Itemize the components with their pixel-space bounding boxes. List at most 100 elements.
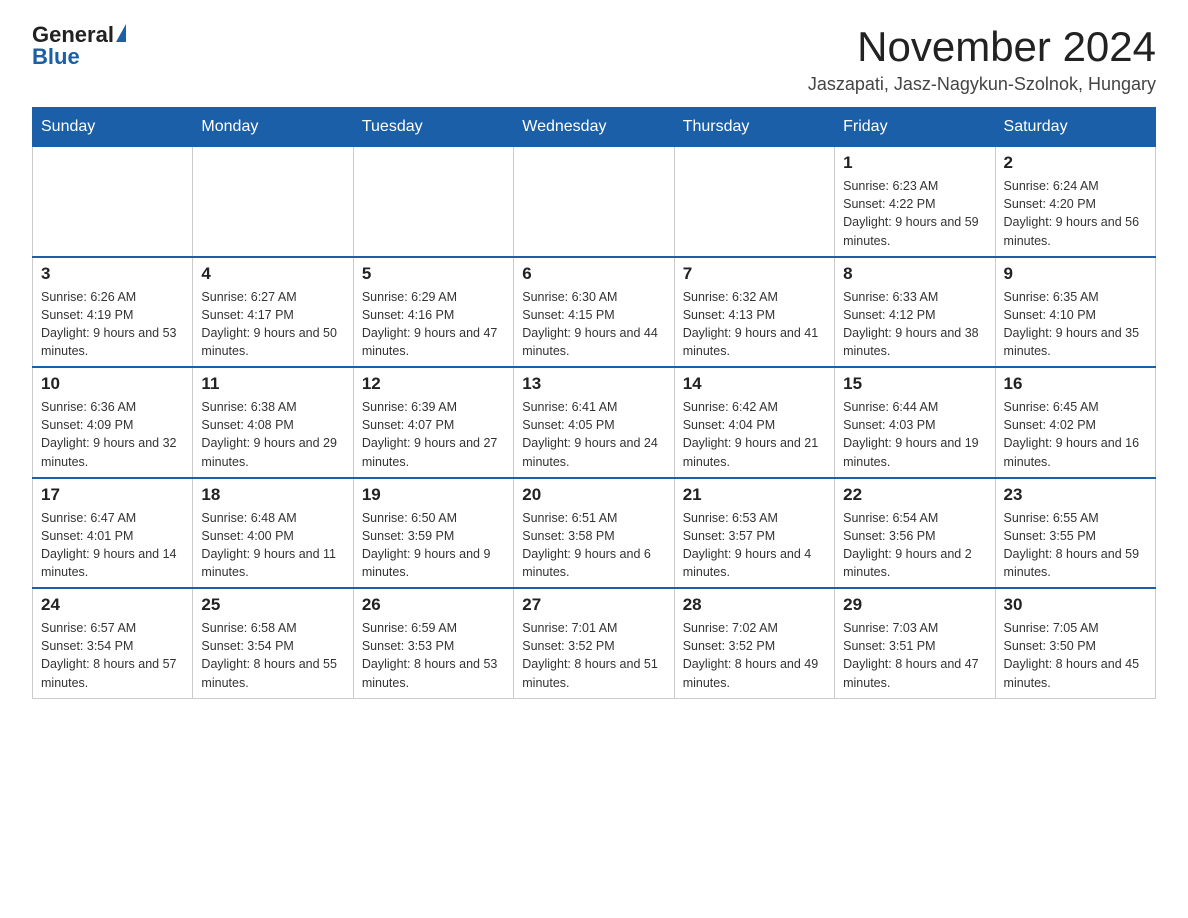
calendar-day-cell: 29 Sunrise: 7:03 AM Sunset: 3:51 PM Dayli… [835,588,995,698]
day-info: Sunrise: 6:29 AM Sunset: 4:16 PM Dayligh… [362,288,505,361]
day-number: 28 [683,595,826,615]
day-info: Sunrise: 6:58 AM Sunset: 3:54 PM Dayligh… [201,619,344,692]
calendar-day-cell: 19 Sunrise: 6:50 AM Sunset: 3:59 PM Dayli… [353,478,513,589]
day-info: Sunrise: 6:30 AM Sunset: 4:15 PM Dayligh… [522,288,665,361]
calendar-day-cell: 22 Sunrise: 6:54 AM Sunset: 3:56 PM Dayli… [835,478,995,589]
day-number: 10 [41,374,184,394]
logo: General Blue [32,24,126,68]
calendar-day-cell: 28 Sunrise: 7:02 AM Sunset: 3:52 PM Dayli… [674,588,834,698]
day-info: Sunrise: 6:59 AM Sunset: 3:53 PM Dayligh… [362,619,505,692]
day-info: Sunrise: 6:51 AM Sunset: 3:58 PM Dayligh… [522,509,665,582]
day-number: 20 [522,485,665,505]
calendar-day-cell: 5 Sunrise: 6:29 AM Sunset: 4:16 PM Daylig… [353,257,513,368]
day-number: 23 [1004,485,1147,505]
day-number: 26 [362,595,505,615]
calendar-day-cell: 21 Sunrise: 6:53 AM Sunset: 3:57 PM Dayli… [674,478,834,589]
day-number: 9 [1004,264,1147,284]
day-number: 6 [522,264,665,284]
day-info: Sunrise: 6:35 AM Sunset: 4:10 PM Dayligh… [1004,288,1147,361]
calendar-day-cell [33,147,193,257]
day-info: Sunrise: 6:53 AM Sunset: 3:57 PM Dayligh… [683,509,826,582]
weekday-header-wednesday: Wednesday [514,108,674,147]
day-info: Sunrise: 6:24 AM Sunset: 4:20 PM Dayligh… [1004,177,1147,250]
day-number: 12 [362,374,505,394]
calendar-day-cell: 23 Sunrise: 6:55 AM Sunset: 3:55 PM Dayli… [995,478,1155,589]
day-number: 24 [41,595,184,615]
day-number: 13 [522,374,665,394]
day-number: 5 [362,264,505,284]
day-info: Sunrise: 6:36 AM Sunset: 4:09 PM Dayligh… [41,398,184,471]
day-info: Sunrise: 7:05 AM Sunset: 3:50 PM Dayligh… [1004,619,1147,692]
weekday-header-thursday: Thursday [674,108,834,147]
calendar-day-cell: 6 Sunrise: 6:30 AM Sunset: 4:15 PM Daylig… [514,257,674,368]
day-info: Sunrise: 7:01 AM Sunset: 3:52 PM Dayligh… [522,619,665,692]
day-info: Sunrise: 6:42 AM Sunset: 4:04 PM Dayligh… [683,398,826,471]
day-info: Sunrise: 6:55 AM Sunset: 3:55 PM Dayligh… [1004,509,1147,582]
week-row-5: 24Sunrise: 6:57 AM Sunset: 3:54 PM Dayli… [33,588,1156,698]
day-info: Sunrise: 6:54 AM Sunset: 3:56 PM Dayligh… [843,509,986,582]
day-info: Sunrise: 6:50 AM Sunset: 3:59 PM Dayligh… [362,509,505,582]
day-info: Sunrise: 6:32 AM Sunset: 4:13 PM Dayligh… [683,288,826,361]
weekday-header-tuesday: Tuesday [353,108,513,147]
calendar-day-cell: 27 Sunrise: 7:01 AM Sunset: 3:52 PM Dayli… [514,588,674,698]
calendar-day-cell: 2Sunrise: 6:24 AM Sunset: 4:20 PM Daylig… [995,147,1155,257]
logo-triangle-icon [116,24,126,42]
day-number: 22 [843,485,986,505]
day-info: Sunrise: 6:48 AM Sunset: 4:00 PM Dayligh… [201,509,344,582]
calendar-day-cell: 14Sunrise: 6:42 AM Sunset: 4:04 PM Dayli… [674,367,834,478]
day-info: Sunrise: 6:39 AM Sunset: 4:07 PM Dayligh… [362,398,505,471]
day-number: 11 [201,374,344,394]
day-info: Sunrise: 6:45 AM Sunset: 4:02 PM Dayligh… [1004,398,1147,471]
day-number: 1 [843,153,986,173]
day-number: 25 [201,595,344,615]
calendar-day-cell: 1 Sunrise: 6:23 AM Sunset: 4:22 PM Daylig… [835,147,995,257]
week-row-1: 1 Sunrise: 6:23 AM Sunset: 4:22 PM Daylig… [33,147,1156,257]
calendar-table: SundayMondayTuesdayWednesdayThursdayFrid… [32,107,1156,699]
day-info: Sunrise: 6:23 AM Sunset: 4:22 PM Dayligh… [843,177,986,250]
calendar-day-cell: 11Sunrise: 6:38 AM Sunset: 4:08 PM Dayli… [193,367,353,478]
calendar-day-cell [514,147,674,257]
calendar-day-cell: 3 Sunrise: 6:26 AM Sunset: 4:19 PM Daylig… [33,257,193,368]
calendar-day-cell: 26 Sunrise: 6:59 AM Sunset: 3:53 PM Dayli… [353,588,513,698]
logo-blue-text: Blue [32,46,80,68]
day-number: 27 [522,595,665,615]
day-number: 16 [1004,374,1147,394]
day-info: Sunrise: 6:44 AM Sunset: 4:03 PM Dayligh… [843,398,986,471]
calendar-day-cell: 10 Sunrise: 6:36 AM Sunset: 4:09 PM Dayli… [33,367,193,478]
day-number: 21 [683,485,826,505]
page-header: General Blue November 2024 Jaszapati, Ja… [32,24,1156,95]
day-number: 7 [683,264,826,284]
location-title: Jaszapati, Jasz-Nagykun-Szolnok, Hungary [808,74,1156,95]
day-number: 4 [201,264,344,284]
day-number: 18 [201,485,344,505]
day-number: 19 [362,485,505,505]
calendar-day-cell: 9 Sunrise: 6:35 AM Sunset: 4:10 PM Daylig… [995,257,1155,368]
calendar-day-cell: 18 Sunrise: 6:48 AM Sunset: 4:00 PM Dayli… [193,478,353,589]
day-number: 3 [41,264,184,284]
day-info: Sunrise: 7:02 AM Sunset: 3:52 PM Dayligh… [683,619,826,692]
day-number: 17 [41,485,184,505]
weekday-header-monday: Monday [193,108,353,147]
logo-general-text: General [32,24,114,46]
day-number: 29 [843,595,986,615]
day-number: 8 [843,264,986,284]
calendar-day-cell: 13 Sunrise: 6:41 AM Sunset: 4:05 PM Dayli… [514,367,674,478]
day-info: Sunrise: 6:26 AM Sunset: 4:19 PM Dayligh… [41,288,184,361]
day-info: Sunrise: 7:03 AM Sunset: 3:51 PM Dayligh… [843,619,986,692]
calendar-day-cell: 15Sunrise: 6:44 AM Sunset: 4:03 PM Dayli… [835,367,995,478]
calendar-day-cell: 17Sunrise: 6:47 AM Sunset: 4:01 PM Dayli… [33,478,193,589]
week-row-4: 17Sunrise: 6:47 AM Sunset: 4:01 PM Dayli… [33,478,1156,589]
day-info: Sunrise: 6:27 AM Sunset: 4:17 PM Dayligh… [201,288,344,361]
calendar-day-cell: 30 Sunrise: 7:05 AM Sunset: 3:50 PM Dayli… [995,588,1155,698]
calendar-day-cell: 8Sunrise: 6:33 AM Sunset: 4:12 PM Daylig… [835,257,995,368]
weekday-header-sunday: Sunday [33,108,193,147]
calendar-day-cell: 4 Sunrise: 6:27 AM Sunset: 4:17 PM Daylig… [193,257,353,368]
calendar-day-cell: 16 Sunrise: 6:45 AM Sunset: 4:02 PM Dayli… [995,367,1155,478]
calendar-day-cell: 12 Sunrise: 6:39 AM Sunset: 4:07 PM Dayli… [353,367,513,478]
day-number: 30 [1004,595,1147,615]
month-title: November 2024 [808,24,1156,70]
day-info: Sunrise: 6:41 AM Sunset: 4:05 PM Dayligh… [522,398,665,471]
title-area: November 2024 Jaszapati, Jasz-Nagykun-Sz… [808,24,1156,95]
week-row-2: 3 Sunrise: 6:26 AM Sunset: 4:19 PM Daylig… [33,257,1156,368]
calendar-day-cell: 25 Sunrise: 6:58 AM Sunset: 3:54 PM Dayli… [193,588,353,698]
